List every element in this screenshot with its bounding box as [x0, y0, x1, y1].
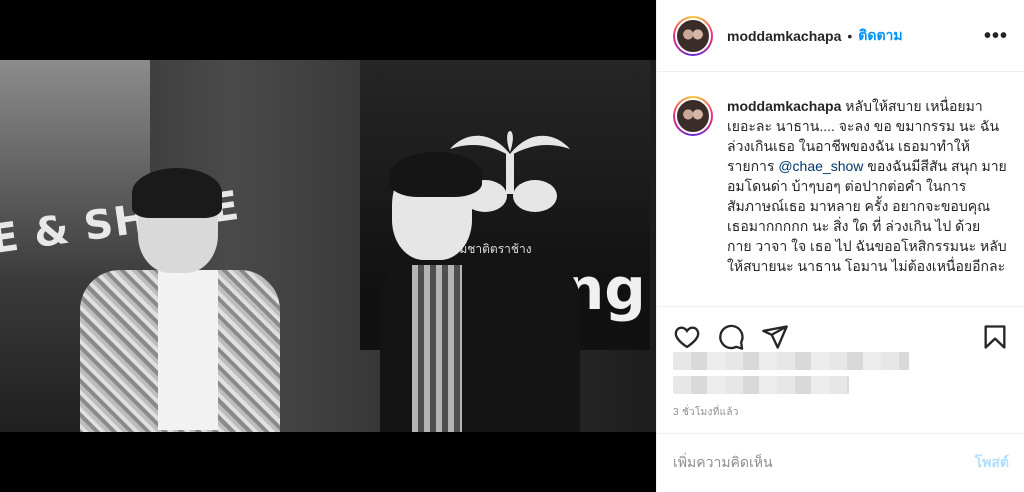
- post-caption: moddamkachapa หลับให้สบาย เหนื่อยมาเยอะล…: [673, 96, 1017, 276]
- post-header: moddamkachapa • ติดตาม •••: [657, 0, 1024, 72]
- caption-mention-link[interactable]: @chae_show: [778, 158, 863, 174]
- header-username[interactable]: moddamkachapa: [727, 28, 841, 44]
- caption-text: moddamkachapa หลับให้สบาย เหนื่อยมาเยอะล…: [727, 96, 1007, 276]
- bookmark-icon[interactable]: [981, 323, 1009, 351]
- header-separator: •: [847, 27, 853, 44]
- person-right-shirt: [412, 265, 462, 432]
- avatar-image: [675, 98, 711, 134]
- more-options-icon[interactable]: •••: [984, 26, 1008, 46]
- blurred-likes-line: [673, 352, 909, 370]
- caption-body-end: ของฉันมีสีสัน สนุก มายอมโดนด่า บ้าๆบอๆ ต…: [727, 158, 1007, 274]
- post-timestamp[interactable]: 3 ชั่วโมงที่แล้ว: [673, 405, 739, 420]
- post-side-panel: moddamkachapa • ติดตาม ••• moddamkachapa…: [656, 0, 1024, 492]
- person-right-hair: [390, 152, 482, 197]
- avatar-image: [675, 17, 711, 54]
- caption-username[interactable]: moddamkachapa: [727, 98, 841, 114]
- heart-icon[interactable]: [673, 323, 701, 351]
- comment-icon[interactable]: [717, 323, 745, 351]
- comment-input[interactable]: เพิ่มความคิดเห็น: [673, 452, 773, 474]
- person-left-shirt: [158, 270, 218, 430]
- follow-button[interactable]: ติดตาม: [858, 25, 902, 47]
- share-icon[interactable]: [761, 323, 789, 351]
- header-avatar[interactable]: [673, 15, 713, 56]
- comment-box: เพิ่มความคิดเห็น โพสต์: [657, 433, 1024, 492]
- person-right-jacket: [380, 260, 580, 432]
- post-comment-button[interactable]: โพสต์: [975, 452, 1009, 474]
- post-photo[interactable]: E & SHARE น้ำแร่ธรรมชาติตราช้าง Chang: [0, 60, 656, 432]
- blurred-likes-line: [673, 376, 849, 394]
- person-left-hair: [132, 168, 222, 218]
- post-media[interactable]: E & SHARE น้ำแร่ธรรมชาติตราช้าง Chang: [0, 0, 656, 492]
- caption-avatar[interactable]: [673, 96, 713, 136]
- likes-count-blurred[interactable]: [673, 352, 909, 394]
